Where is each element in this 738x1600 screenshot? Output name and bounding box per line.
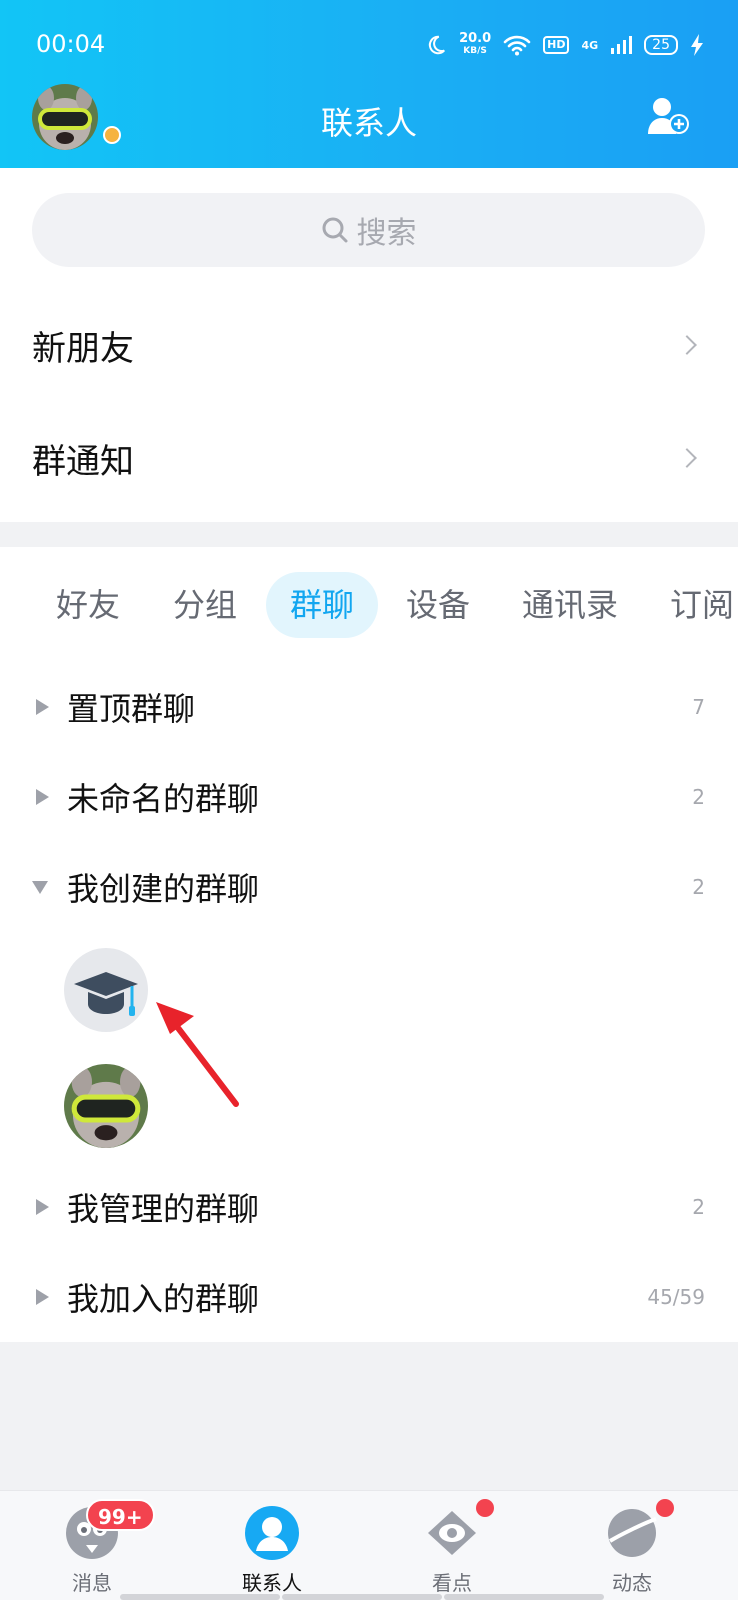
speed-value: 20.0 xyxy=(459,31,492,46)
search-placeholder: 搜索 xyxy=(356,216,417,251)
group-section-count: 45/59 xyxy=(647,1285,705,1309)
speed-unit: KB/S xyxy=(463,46,487,56)
group-section-name: 我管理的群聊 xyxy=(67,1190,260,1228)
group-section-joined[interactable]: 我加入的群聊 45/59 xyxy=(0,1252,738,1342)
nav-highlights[interactable]: 看点 xyxy=(392,1491,512,1600)
group-section-name: 置顶群聊 xyxy=(67,690,196,728)
page-title: 联系人 xyxy=(320,104,417,142)
tab-subscriptions[interactable]: 订阅 xyxy=(670,572,734,638)
tab-address-book[interactable]: 通讯录 xyxy=(522,572,618,638)
expand-arrow-icon xyxy=(36,1289,49,1305)
chevron-right-icon xyxy=(677,448,697,468)
network-speed: 20.0 KB/S xyxy=(459,31,492,57)
nav-feed[interactable]: 动态 xyxy=(572,1491,692,1600)
expand-arrow-icon xyxy=(36,1199,49,1215)
wifi-icon xyxy=(503,35,531,56)
status-icons: 20.0 KB/S HD 4G 25 xyxy=(425,30,704,60)
tab-friends[interactable]: 好友 xyxy=(56,572,120,638)
graduation-cap-icon xyxy=(74,972,138,1016)
group-section-count: 2 xyxy=(692,1195,705,1219)
group-section-created[interactable]: 我创建的群聊 2 xyxy=(0,842,738,932)
nav-label: 消息 xyxy=(72,1571,112,1595)
signal-icon xyxy=(611,36,633,54)
moon-icon xyxy=(428,35,446,55)
new-friends-label: 新朋友 xyxy=(32,328,134,369)
nav-label: 看点 xyxy=(432,1571,472,1595)
contact-tabs: 好友 分组 群聊 设备 通讯录 订阅 xyxy=(0,572,738,638)
home-indicator xyxy=(282,1594,442,1600)
group-chat-item[interactable] xyxy=(64,1064,148,1148)
search-bar[interactable]: 搜索 xyxy=(32,193,705,267)
red-arrow-annotation xyxy=(156,1002,239,1107)
group-section-managed[interactable]: 我管理的群聊 2 xyxy=(0,1162,738,1252)
bottom-navigation: 99+ 消息 联系人 看点 动态 xyxy=(0,1490,738,1600)
add-friend-icon[interactable] xyxy=(646,96,690,136)
status-bar: 00:04 20.0 KB/S HD 4G 25 xyxy=(0,0,738,88)
hd-badge: HD xyxy=(543,36,570,54)
group-section-name: 我加入的群聊 xyxy=(67,1280,260,1318)
tab-groups[interactable]: 分组 xyxy=(173,572,237,638)
expand-arrow-icon xyxy=(36,699,49,715)
expand-arrow-icon xyxy=(36,789,49,805)
home-indicator xyxy=(444,1594,604,1600)
contacts-icon xyxy=(245,1506,299,1560)
group-section-pinned[interactable]: 置顶群聊 7 xyxy=(0,662,738,752)
eye-icon xyxy=(428,1511,476,1555)
nav-label: 联系人 xyxy=(242,1571,302,1595)
dog-goggles-avatar xyxy=(64,1064,148,1148)
group-section-unnamed[interactable]: 未命名的群聊 2 xyxy=(0,752,738,842)
group-chat-item[interactable] xyxy=(64,948,148,1032)
group-notice-label: 群通知 xyxy=(32,441,134,482)
notification-dot xyxy=(476,1499,494,1517)
nav-contacts[interactable]: 联系人 xyxy=(212,1491,332,1600)
new-friends-row[interactable]: 新朋友 xyxy=(0,290,738,400)
group-section-name: 未命名的群聊 xyxy=(67,780,260,818)
tab-group-chats[interactable]: 群聊 xyxy=(266,572,379,638)
chevron-right-icon xyxy=(677,335,697,355)
nav-label: 动态 xyxy=(612,1571,652,1595)
collapse-arrow-icon xyxy=(32,880,48,894)
tab-devices[interactable]: 设备 xyxy=(406,572,470,638)
status-time: 00:04 xyxy=(36,30,106,58)
unread-badge: 99+ xyxy=(86,1499,155,1531)
group-notice-row[interactable]: 群通知 xyxy=(0,403,738,513)
group-section-count: 7 xyxy=(692,695,705,719)
group-section-count: 2 xyxy=(692,875,705,899)
group-section-name: 我创建的群聊 xyxy=(67,870,260,908)
nav-messages[interactable]: 99+ 消息 xyxy=(32,1491,155,1600)
network-type: 4G xyxy=(581,38,599,52)
notification-dot xyxy=(656,1499,674,1517)
planet-icon xyxy=(608,1509,657,1557)
group-section-count: 2 xyxy=(692,785,705,809)
search-icon xyxy=(322,217,347,243)
charging-icon xyxy=(691,34,703,56)
home-indicator xyxy=(120,1594,280,1600)
battery-indicator: 25 xyxy=(644,35,678,55)
header-bar: 00:04 20.0 KB/S HD 4G 25 联系人 xyxy=(0,0,738,168)
